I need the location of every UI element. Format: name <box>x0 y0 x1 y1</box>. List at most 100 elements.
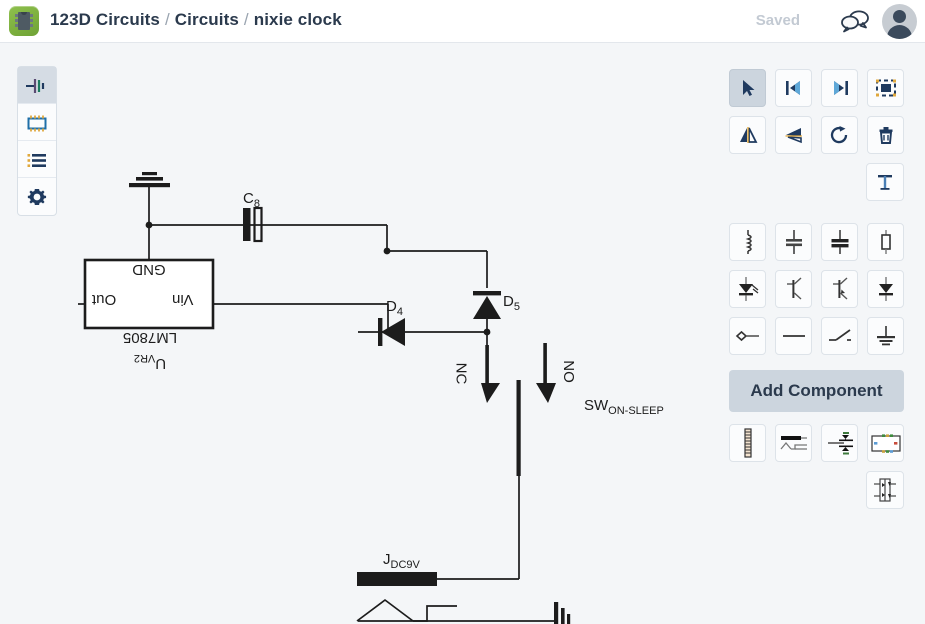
comment-bubbles-icon[interactable] <box>839 9 871 33</box>
label-lm7805-part: LM7805 <box>122 329 178 346</box>
npn-transistor-icon <box>786 277 801 300</box>
palette-ground[interactable] <box>867 317 904 355</box>
tool-flip-vertical[interactable] <box>775 116 812 154</box>
gear-icon <box>27 188 47 206</box>
tool-delete[interactable] <box>867 116 904 154</box>
label-pin-gnd: GND <box>132 261 166 278</box>
palette-capacitor[interactable] <box>821 223 858 261</box>
wire-icon <box>782 335 805 337</box>
switch-on-sleep-symbol <box>481 343 556 476</box>
list-icon <box>27 154 46 167</box>
cursor-arrow-icon <box>742 80 754 96</box>
palette-row-2 <box>729 270 904 308</box>
bring-to-front-icon <box>833 81 848 95</box>
label-pin-vin: Vin <box>172 291 194 308</box>
sidebar-item-list[interactable] <box>18 141 56 178</box>
tool-select[interactable] <box>729 69 766 107</box>
left-sidebar <box>17 66 57 216</box>
palette-part-header-strip[interactable] <box>729 424 766 462</box>
sidebar-item-schematic[interactable] <box>18 67 56 104</box>
breadcrumb: 123D Circuits / Circuits / nixie clock <box>50 10 342 30</box>
app-header: 123D Circuits / Circuits / nixie clock Saved <box>0 0 925 43</box>
ground-symbol-top <box>129 172 170 188</box>
label-d5: D5 <box>503 293 520 313</box>
toolbar-row-3 <box>729 163 904 201</box>
enclosure-icon <box>870 434 901 453</box>
user-avatar-icon[interactable] <box>882 4 917 39</box>
tool-rotate[interactable] <box>821 116 858 154</box>
ground-icon <box>876 326 895 346</box>
palette-part-enclosure[interactable] <box>867 424 904 462</box>
flip-horizontal-icon <box>739 127 757 143</box>
add-component-button[interactable]: Add Component <box>729 370 904 412</box>
label-switch-ref: SWON-SLEEP <box>584 397 664 417</box>
slide-switch-icon <box>827 432 853 455</box>
palette-parts-row-1 <box>729 424 904 462</box>
inductor-icon <box>745 230 752 254</box>
diode-d5-symbol <box>473 291 501 319</box>
palette-led[interactable] <box>729 270 766 308</box>
led-icon <box>738 277 758 301</box>
app-root: 123D Circuits / Circuits / nixie clock Saved <box>0 0 925 624</box>
palette-transistor-pnp[interactable] <box>821 270 858 308</box>
toolbar-row-2 <box>729 116 904 154</box>
diode-icon <box>878 277 893 301</box>
resistor-icon <box>880 230 891 254</box>
header-strip-icon <box>743 428 752 458</box>
palette-inductor[interactable] <box>729 223 766 261</box>
tool-bring-to-front[interactable] <box>821 69 858 107</box>
palette-part-slide-switch[interactable] <box>821 424 858 462</box>
label-pin-out: Out <box>92 291 117 308</box>
ic-array-icon <box>874 478 896 502</box>
dc-jack-j-dc9v-symbol <box>357 572 437 586</box>
palette-resistor[interactable] <box>867 223 904 261</box>
tool-select-area[interactable] <box>867 69 904 107</box>
tool-send-to-back[interactable] <box>775 69 812 107</box>
palette-row-1 <box>729 223 904 261</box>
select-area-icon <box>875 79 896 97</box>
flip-vertical-icon <box>785 128 802 144</box>
sidebar-item-settings[interactable] <box>18 178 56 215</box>
right-tool-panel: Add Component <box>729 69 904 518</box>
capacitor-icon <box>831 230 848 254</box>
label-d4: D4 <box>386 298 403 318</box>
text-tool-icon <box>878 175 892 190</box>
save-status-label: Saved <box>755 12 800 29</box>
tool-flip-horizontal[interactable] <box>729 116 766 154</box>
toolbar-row-1 <box>729 69 904 107</box>
palette-diode[interactable] <box>867 270 904 308</box>
label-dc-jack-ref: JDC9V <box>383 551 420 571</box>
pnp-transistor-icon <box>832 277 847 300</box>
send-to-back-icon <box>785 81 800 95</box>
breadcrumb-separator: / <box>164 10 170 29</box>
label-u-vr2-ref: UVR2 <box>133 352 167 372</box>
label-switch-no: NO <box>559 360 577 383</box>
diode-d4-symbol <box>378 318 405 346</box>
palette-capacitor-polarized[interactable] <box>775 223 812 261</box>
palette-part-ic-array[interactable] <box>866 471 904 509</box>
dc-jack-icon <box>780 436 807 450</box>
palette-row-3 <box>729 317 904 355</box>
breadcrumb-separator: / <box>243 10 249 29</box>
breadcrumb-item-circuits[interactable]: Circuits <box>175 10 239 29</box>
rotate-icon <box>830 126 847 144</box>
ic-chip-icon <box>27 115 47 132</box>
label-c8: C8 <box>243 190 260 210</box>
schematic-icon <box>26 79 45 93</box>
polarized-capacitor-icon <box>785 230 802 254</box>
palette-wire[interactable] <box>775 317 812 355</box>
trash-icon <box>879 127 892 144</box>
palette-part-dc-jack[interactable] <box>775 424 812 462</box>
palette-connector[interactable] <box>729 317 766 355</box>
palette-parts-row-2 <box>729 471 904 509</box>
tool-text[interactable] <box>866 163 904 201</box>
label-switch-nc: NC <box>452 362 470 385</box>
switch-icon <box>828 329 851 341</box>
breadcrumb-item-project[interactable]: nixie clock <box>254 10 342 29</box>
ic-chip-logo-icon[interactable] <box>9 6 39 36</box>
connector-icon <box>735 330 759 342</box>
palette-transistor-npn[interactable] <box>775 270 812 308</box>
breadcrumb-item-root[interactable]: 123D Circuits <box>50 10 160 29</box>
palette-switch[interactable] <box>821 317 858 355</box>
sidebar-item-breadboard[interactable] <box>18 104 56 141</box>
